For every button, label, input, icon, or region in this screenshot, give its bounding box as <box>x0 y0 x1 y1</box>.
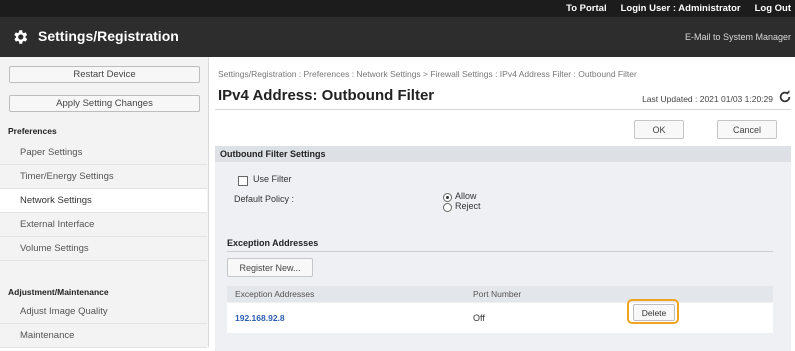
sidebar-section-preferences: Preferences <box>8 126 57 136</box>
restart-device-button[interactable]: Restart Device <box>9 66 200 83</box>
login-user-label: Login User : Administrator <box>620 3 741 14</box>
table-header: Exception Addresses Port Number <box>227 286 773 302</box>
delete-button[interactable]: Delete <box>633 304 675 321</box>
title-divider <box>215 109 791 110</box>
sidebar-item-adjust-image-quality[interactable]: Adjust Image Quality <box>0 300 207 324</box>
section-title: Outbound Filter Settings <box>215 146 791 162</box>
logout-link[interactable]: Log Out <box>755 3 791 14</box>
register-new-button[interactable]: Register New... <box>227 258 313 277</box>
sidebar-section-adjustment: Adjustment/Maintenance <box>8 287 109 297</box>
allow-label: Allow <box>455 191 477 201</box>
use-filter-checkbox[interactable] <box>238 176 248 186</box>
default-policy-label: Default Policy : <box>234 194 295 204</box>
exception-addresses-heading: Exception Addresses <box>227 238 319 248</box>
allow-radio[interactable] <box>443 193 452 202</box>
exception-divider <box>227 251 773 252</box>
sidebar-item-paper-settings[interactable]: Paper Settings <box>0 141 207 165</box>
col-exception-addresses: Exception Addresses <box>235 289 315 299</box>
to-portal-link[interactable]: To Portal <box>566 3 606 14</box>
sidebar-item-network-settings[interactable]: Network Settings <box>0 189 207 213</box>
reject-radio[interactable] <box>443 203 452 212</box>
table-row: 192.168.92.8 Off <box>227 303 773 333</box>
apply-setting-changes-button[interactable]: Apply Setting Changes <box>9 95 200 112</box>
sidebar-item-external-interface[interactable]: External Interface <box>0 213 207 237</box>
cancel-button[interactable]: Cancel <box>717 120 777 139</box>
top-bar: To Portal Login User : Administrator Log… <box>0 0 795 17</box>
col-port-number: Port Number <box>473 289 522 299</box>
last-updated: Last Updated : 2021 01/03 1:20:29 <box>642 94 773 104</box>
delete-highlight: Delete <box>627 299 679 324</box>
sidebar-item-timer-energy[interactable]: Timer/Energy Settings <box>0 165 207 189</box>
gear-icon <box>14 30 28 44</box>
port-number-value: Off <box>473 313 485 323</box>
sidebar-item-volume-settings[interactable]: Volume Settings <box>0 237 207 261</box>
reject-label: Reject <box>455 201 481 211</box>
use-filter-label: Use Filter <box>253 174 292 184</box>
exception-address-link[interactable]: 192.168.92.8 <box>235 313 285 323</box>
ok-button[interactable]: OK <box>634 120 684 139</box>
email-system-manager-link[interactable]: E-Mail to System Manager <box>685 32 791 42</box>
page-title: IPv4 Address: Outbound Filter <box>218 87 435 104</box>
sidebar-item-maintenance[interactable]: Maintenance <box>0 324 207 348</box>
main-content: Settings/Registration : Preferences : Ne… <box>209 57 795 351</box>
refresh-icon[interactable] <box>778 90 792 104</box>
sidebar: Restart Device Apply Setting Changes Pre… <box>0 57 209 348</box>
header-bar: Settings/Registration E-Mail to System M… <box>0 17 795 57</box>
app-title: Settings/Registration <box>38 28 179 44</box>
breadcrumb: Settings/Registration : Preferences : Ne… <box>218 69 637 79</box>
